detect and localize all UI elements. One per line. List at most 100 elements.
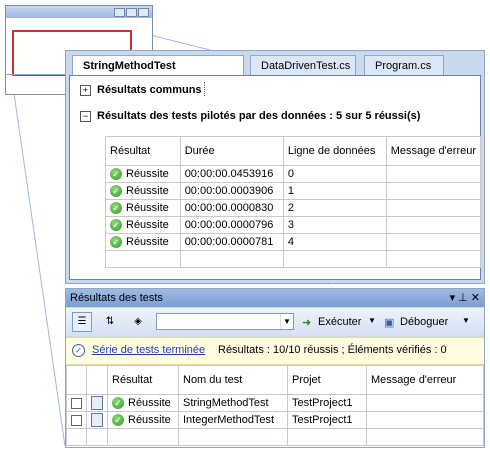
table-row[interactable]: ✓ Réussite 00:00:00.0000830 2 (105, 199, 482, 217)
document-window: StringMethodTest [Résultats] DataDrivenT… (65, 50, 485, 284)
panel-titlebar[interactable]: Résultats des tests (66, 289, 484, 307)
result-cell: ✓ Réussite (105, 182, 181, 200)
result-cell: ✓ Réussite (105, 216, 181, 234)
section-common-results[interactable]: + Résultats communs (80, 84, 202, 96)
panel-window-controls[interactable]: ▾ ⊥ ✕ (450, 289, 480, 307)
duration-cell: 00:00:00.0000781 (179, 233, 284, 251)
info-icon: ✓ (72, 344, 85, 357)
pass-check-icon: ✓ (110, 236, 122, 249)
pass-check-icon: ✓ (110, 185, 122, 198)
panel-controls-icons[interactable]: ▾ ⊥ ✕ (450, 292, 480, 304)
pass-check-icon: ✓ (112, 397, 124, 410)
grid-header-row: Résultat Durée Ligne de données Message … (105, 136, 482, 166)
duration-cell: 00:00:00.0000796 (179, 216, 284, 234)
duration-cell: 00:00:00.0000830 (179, 199, 284, 217)
close-icon (138, 8, 149, 17)
table-row[interactable]: ✓ Réussite 00:00:00.0000781 4 (105, 233, 482, 251)
col-header-error-message[interactable]: Message d'erreur (366, 365, 484, 395)
col-header-project[interactable]: Projet (287, 365, 367, 395)
debug-icon[interactable]: ▣ (384, 316, 394, 329)
run-button[interactable]: Exécuter (318, 316, 361, 328)
list-view-icon[interactable]: ☰ (72, 312, 92, 332)
test-list-icon[interactable]: ◈ (128, 312, 148, 332)
project-cell: TestProject1 (287, 394, 367, 412)
table-row[interactable]: ✓ Réussite 00:00:00.0453916 0 (105, 165, 482, 183)
result-cell: ✓ Réussite (107, 394, 179, 412)
pass-check-icon: ✓ (112, 414, 124, 427)
result-cell: ✓ Réussite (107, 411, 179, 429)
section-divider (204, 82, 205, 96)
pass-check-icon: ✓ (110, 168, 122, 181)
table-row[interactable]: ✓ Réussite 00:00:00.0003906 1 (105, 182, 482, 200)
col-header-error-message[interactable]: Message d'erreur (385, 136, 482, 166)
select-checkbox[interactable] (71, 414, 82, 426)
tab-program-cs[interactable]: Program.cs (364, 55, 444, 75)
empty-row (105, 250, 482, 268)
error-message-cell (385, 216, 482, 234)
test-results-grid: Résultat Nom du test Projet Message d'er… (66, 365, 484, 446)
result-text: Réussite (126, 218, 169, 231)
table-row[interactable]: ✓ Réussite 00:00:00.0000796 3 (105, 216, 482, 234)
error-message-cell (385, 233, 482, 251)
panel-grid-area: Résultat Nom du test Projet Message d'er… (66, 365, 484, 447)
run-icon[interactable]: ➜ (302, 316, 311, 329)
maximize-icon (126, 8, 137, 17)
col-header-result[interactable]: Résultat (105, 136, 181, 166)
debug-dropdown-icon[interactable]: ▼ (462, 316, 470, 325)
test-name-cell: IntegerMethodTest (178, 411, 288, 429)
test-name-cell: StringMethodTest (178, 394, 288, 412)
collapse-icon[interactable]: − (80, 110, 91, 122)
error-message-cell (385, 165, 482, 183)
tab-stringmethodtest-results[interactable]: StringMethodTest [Résultats] (72, 55, 244, 92)
test-run-combo[interactable]: ▼ (156, 313, 294, 330)
debug-button[interactable]: Déboguer (400, 316, 448, 328)
result-text: Réussite (126, 235, 169, 248)
grid-header-row: Résultat Nom du test Projet Message d'er… (66, 365, 484, 395)
pass-check-icon: ✓ (110, 219, 122, 232)
duration-cell: 00:00:00.0003906 (179, 182, 284, 200)
section-data-driven-label: Résultats des tests pilotés par des donn… (97, 110, 421, 122)
run-complete-link[interactable]: Série de tests terminée (92, 344, 205, 356)
minimize-icon (114, 8, 125, 17)
test-results-panel: Résultats des tests ▾ ⊥ ✕ ☰ ⇅ ◈ ▼ ➜ Exéc… (65, 288, 485, 448)
data-row-cell: 0 (282, 165, 387, 183)
col-header-test-name[interactable]: Nom du test (178, 365, 288, 395)
panel-title: Résultats des tests (70, 292, 163, 304)
result-cell: ✓ Réussite (105, 199, 181, 217)
data-row-cell: 2 (282, 199, 387, 217)
error-message-cell (385, 182, 482, 200)
col-header-data-row[interactable]: Ligne de données (282, 136, 387, 166)
select-checkbox[interactable] (71, 397, 82, 409)
col-header-duration[interactable]: Durée (179, 136, 284, 166)
test-doc-icon (91, 413, 103, 427)
result-cell: ✓ Réussite (105, 233, 181, 251)
thumbnail-titlebar (6, 6, 152, 18)
section-data-driven-results[interactable]: − Résultats des tests pilotés par des don… (80, 110, 420, 122)
tab-datadriventest-cs[interactable]: DataDrivenTest.cs (250, 55, 356, 75)
duration-cell: 00:00:00.0453916 (179, 165, 284, 183)
error-message-cell (366, 411, 484, 429)
group-by-icon[interactable]: ⇅ (100, 312, 120, 332)
result-text: Réussite (128, 396, 171, 409)
expand-icon[interactable]: + (80, 84, 91, 96)
error-message-cell (366, 394, 484, 412)
chevron-down-icon[interactable]: ▼ (280, 314, 293, 329)
section-common-label: Résultats communs (97, 84, 202, 96)
result-text: Réussite (126, 184, 169, 197)
panel-toolbar: ☰ ⇅ ◈ ▼ ➜ Exécuter ▼ ▣ Déboguer ▼ (66, 308, 484, 336)
project-cell: TestProject1 (287, 411, 367, 429)
result-text: Réussite (126, 167, 169, 180)
data-results-grid: Résultat Durée Ligne de données Message … (105, 136, 482, 268)
test-doc-icon (91, 396, 103, 410)
result-cell: ✓ Réussite (105, 165, 181, 183)
data-row-cell: 3 (282, 216, 387, 234)
col-header-result[interactable]: Résultat (107, 365, 179, 395)
error-message-cell (385, 199, 482, 217)
table-row[interactable]: ✓ Réussite IntegerMethodTest TestProject1 (66, 411, 484, 429)
table-row[interactable]: ✓ Réussite StringMethodTest TestProject1 (66, 394, 484, 412)
results-document: + Résultats communs − Résultats des tests … (69, 75, 482, 280)
run-dropdown-icon[interactable]: ▼ (368, 316, 376, 325)
run-status-bar: ✓ Série de tests terminée Résultats : 10… (66, 337, 484, 365)
pass-check-icon: ✓ (110, 202, 122, 215)
result-text: Réussite (128, 413, 171, 426)
